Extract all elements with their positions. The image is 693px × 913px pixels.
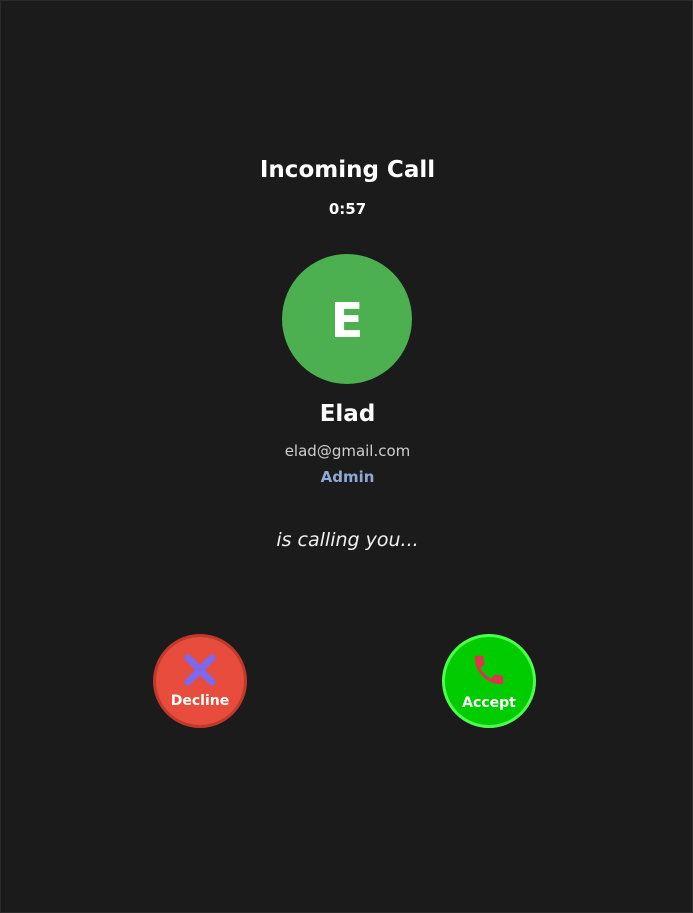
decline-button[interactable]: Decline	[153, 634, 247, 728]
calling-status: is calling you...	[276, 529, 419, 551]
call-screen: Incoming Call 0:57 E Elad elad@gmail.com…	[0, 0, 693, 913]
call-title: Incoming Call	[259, 157, 436, 183]
close-icon	[183, 653, 217, 691]
caller-email: elad@gmail.com	[284, 442, 411, 460]
avatar: E	[282, 254, 412, 384]
phone-icon	[470, 651, 508, 693]
caller-name: Elad	[319, 401, 376, 427]
accept-label: Accept	[462, 695, 516, 711]
avatar-initial: E	[330, 293, 364, 349]
accept-button[interactable]: Accept	[442, 634, 536, 728]
decline-label: Decline	[170, 693, 230, 709]
caller-role: Admin	[320, 468, 375, 486]
call-timer: 0:57	[328, 200, 367, 218]
